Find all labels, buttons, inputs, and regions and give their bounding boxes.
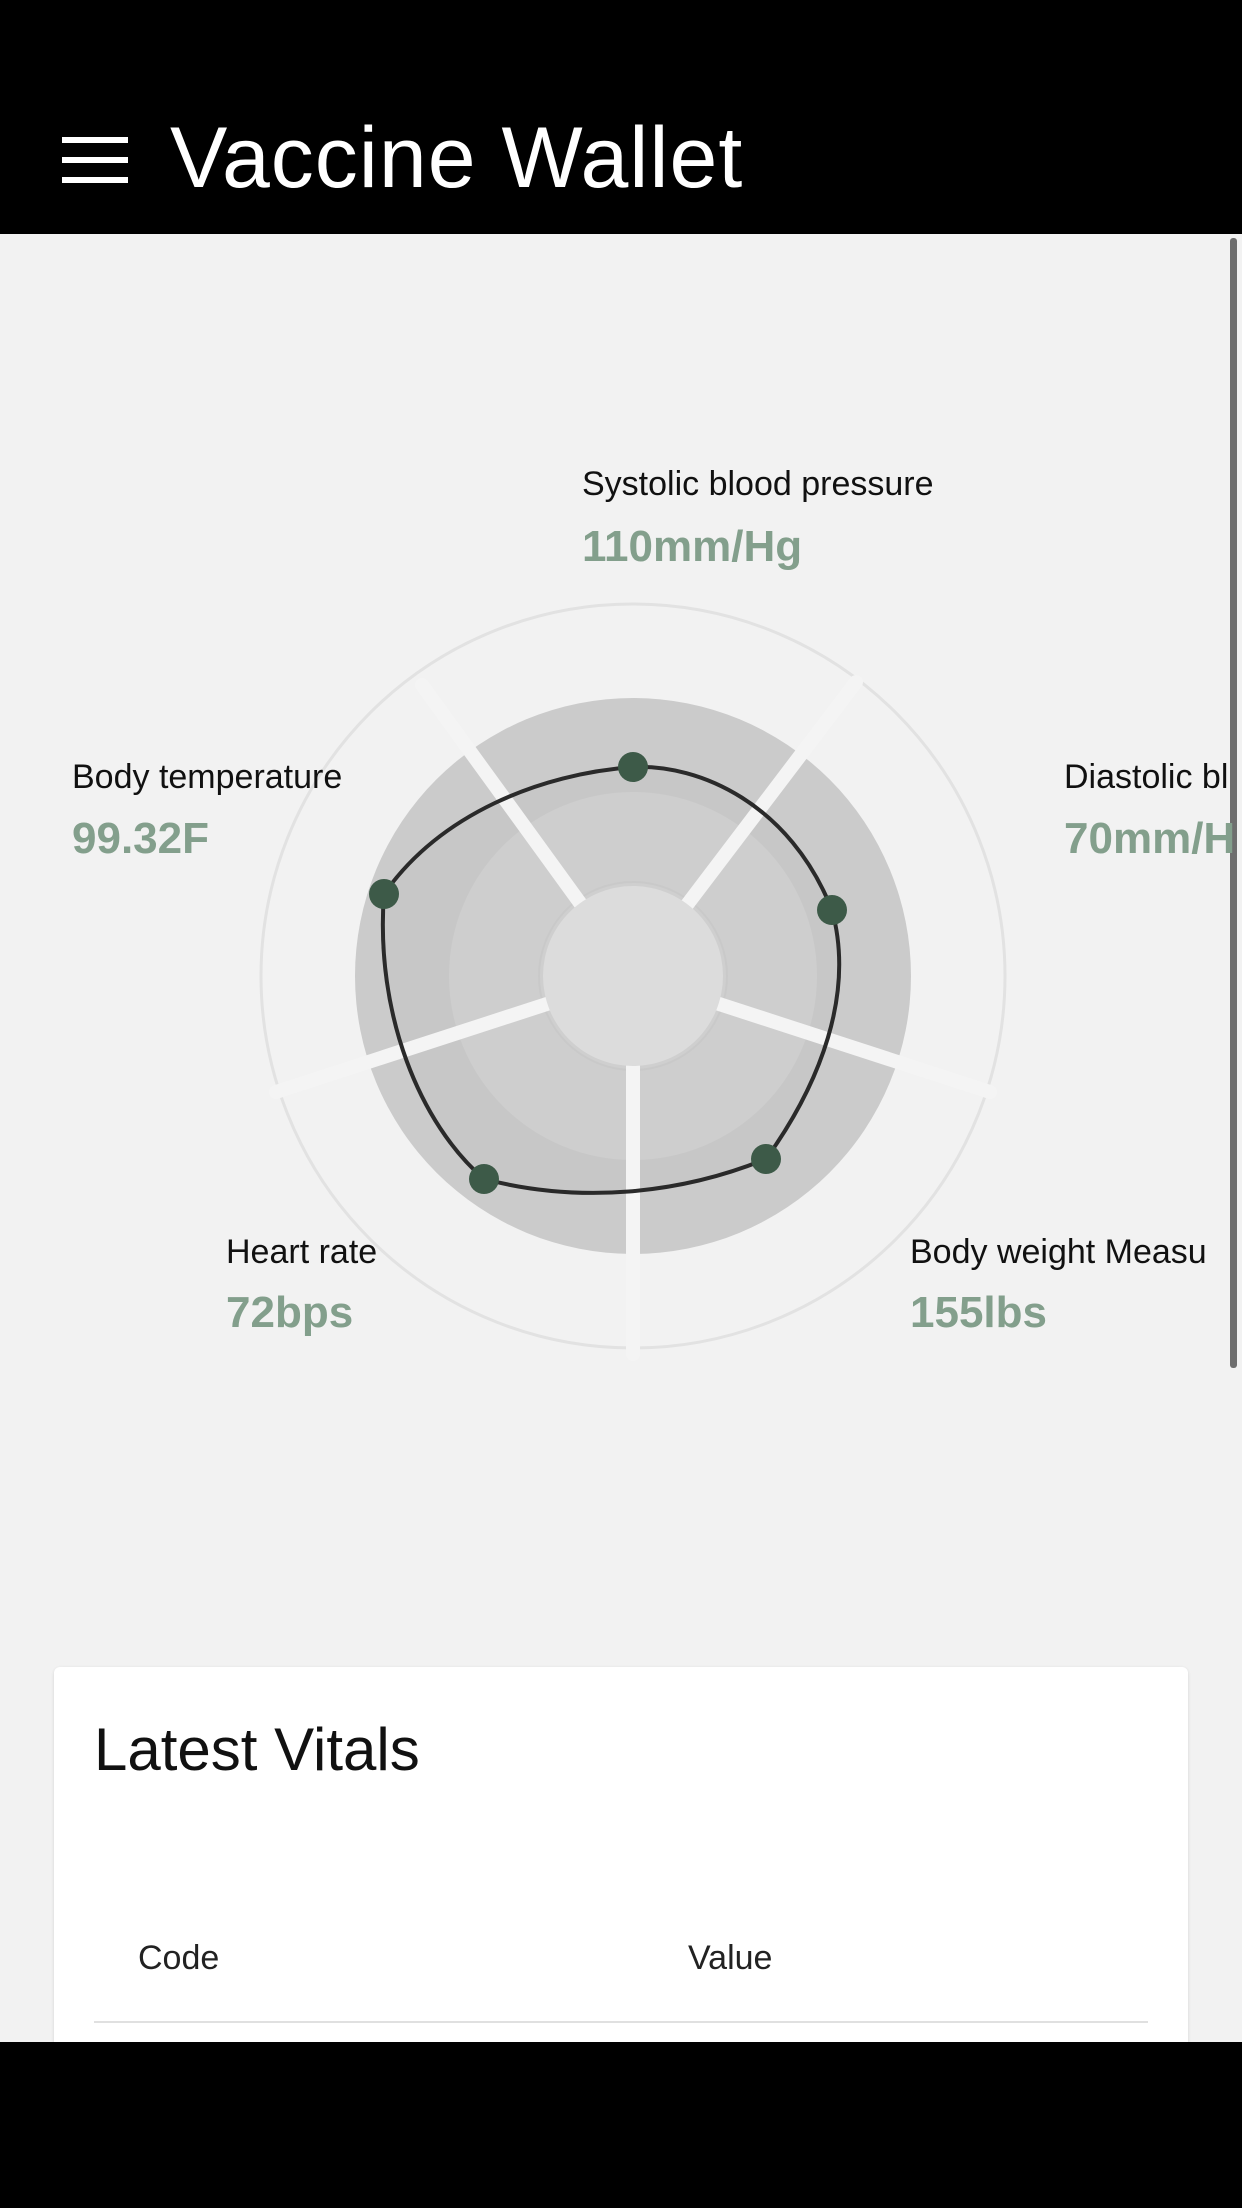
axis-value-heart-rate: 72bps [226,1288,354,1337]
main-content[interactable]: Systolic blood pressure 110mm/Hg Diastol… [0,234,1242,2042]
app-bar: Vaccine Wallet [0,0,1242,234]
axis-value-body-weight: 155lbs [910,1288,1047,1337]
vitals-radar-chart [259,602,1007,1361]
axis-label-body-weight: Body weight Measu [910,1233,1207,1271]
data-point-body-temperature [369,879,399,909]
axis-label-diastolic: Diastolic bl [1064,758,1229,796]
column-header-value: Value [688,1939,773,1977]
column-header-code: Code [138,1939,220,1977]
latest-vitals-title: Latest Vitals [94,1716,420,1783]
center-cover [543,886,723,1066]
axis-value-systolic: 110mm/Hg [582,522,803,571]
axis-label-heart-rate: Heart rate [226,1233,378,1271]
data-point-body-weight [751,1144,781,1174]
latest-vitals-card: Latest Vitals Code Value [54,1667,1188,2042]
axis-label-systolic: Systolic blood pressure [582,465,934,503]
axis-label-body-temperature: Body temperature [72,758,343,796]
hamburger-menu-icon[interactable] [62,137,128,183]
data-point-systolic [618,752,648,782]
data-point-heart-rate [469,1164,499,1194]
axis-value-body-temperature: 99.32F [72,814,209,863]
table-divider [94,2021,1148,2023]
app-title: Vaccine Wallet [170,110,744,206]
axis-value-diastolic: 70mm/H [1064,814,1236,863]
data-point-diastolic [817,895,847,925]
system-navigation-bar [0,2042,1242,2208]
